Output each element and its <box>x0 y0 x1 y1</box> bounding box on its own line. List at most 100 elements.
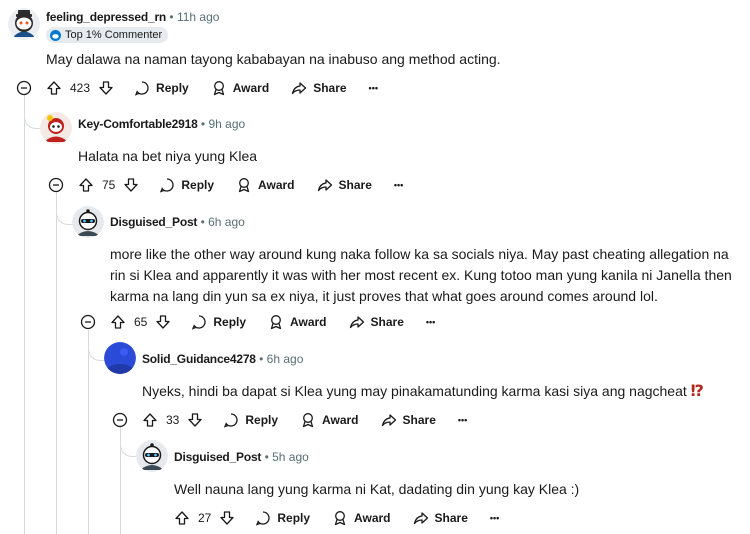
award-icon <box>334 511 346 526</box>
vote-count: 33 <box>166 413 180 427</box>
comment-meta: feeling_depressed_rn • 11h ago <box>46 9 219 25</box>
reply-icon <box>256 511 270 526</box>
comment-text: Well nauna lang yung karma ni Kat, dadat… <box>174 481 580 497</box>
reply-label: Reply <box>181 178 215 192</box>
share-label: Share <box>370 315 404 329</box>
award-icon <box>213 81 224 96</box>
username[interactable]: Disguised_Post <box>110 215 197 229</box>
share-icon <box>317 179 332 192</box>
share-label: Share <box>434 511 468 525</box>
vote-count: 423 <box>70 81 91 95</box>
avatar[interactable] <box>104 342 136 374</box>
comment-text-content: Nyeks, hindi ba dapat si Klea yung may p… <box>142 383 687 399</box>
username[interactable]: Solid_Guidance4278 <box>142 352 256 366</box>
reply-icon <box>160 178 174 193</box>
comment-actions: 423 Reply Award Share ••• <box>46 76 400 100</box>
comment-meta: Disguised_Post • 5h ago <box>174 449 309 465</box>
award-label: Award <box>290 315 327 329</box>
share-button[interactable]: Share <box>317 177 372 193</box>
reply-button[interactable]: Reply <box>191 314 246 330</box>
vote-count: 27 <box>198 511 212 525</box>
timestamp[interactable]: 6h ago <box>267 352 304 366</box>
more-options-button[interactable]: ••• <box>458 415 467 425</box>
more-options-icon: ••• <box>489 513 500 523</box>
avatar[interactable] <box>72 206 104 238</box>
share-button[interactable]: Share <box>291 80 347 96</box>
timestamp[interactable]: 11h ago <box>177 10 220 24</box>
award-button[interactable]: Award <box>236 177 295 193</box>
collapse-thread-icon[interactable] <box>16 80 32 96</box>
reply-label: Reply <box>277 511 311 525</box>
avatar[interactable] <box>40 112 72 144</box>
user-avatar-icon <box>8 8 40 40</box>
share-label: Share <box>338 178 372 192</box>
more-options-icon: ••• <box>368 83 378 93</box>
upvote-icon[interactable] <box>174 510 190 526</box>
collapse-thread-icon[interactable] <box>80 314 96 330</box>
share-button[interactable]: Share <box>413 510 468 526</box>
reply-label: Reply <box>213 315 247 329</box>
share-icon <box>381 414 396 427</box>
upvote-icon[interactable] <box>78 177 94 193</box>
upvote-icon[interactable] <box>46 80 62 96</box>
separator-dot: • <box>259 352 264 366</box>
share-icon <box>292 82 307 95</box>
comment-actions: 27 Reply Award Share ••• <box>174 506 521 530</box>
comment-text: May dalawa na naman tayong kababayan na … <box>46 51 501 67</box>
award-button[interactable]: Award <box>268 314 327 330</box>
downvote-icon[interactable] <box>155 314 171 330</box>
comment-text: Halata na bet niya yung Klea <box>78 148 258 164</box>
share-label: Share <box>402 413 436 427</box>
share-button[interactable]: Share <box>381 412 436 428</box>
comment-text-line: karma na lang din yun sa ex niya, it jus… <box>110 288 658 304</box>
username[interactable]: Disguised_Post <box>174 450 261 464</box>
separator-dot: • <box>264 450 269 464</box>
downvote-icon[interactable] <box>187 412 203 428</box>
downvote-icon[interactable] <box>98 80 114 96</box>
thread-line-2[interactable] <box>56 190 57 534</box>
thread-line-1[interactable] <box>24 86 25 534</box>
username[interactable]: Key-Comfortable2918 <box>78 117 198 131</box>
more-options-icon: ••• <box>425 317 436 327</box>
downvote-icon[interactable] <box>123 177 139 193</box>
award-button[interactable]: Award <box>300 412 359 428</box>
award-label: Award <box>322 413 359 427</box>
award-button[interactable]: Award <box>211 80 269 96</box>
avatar[interactable] <box>136 440 168 472</box>
comment-meta: Solid_Guidance4278 • 6h ago <box>142 351 303 367</box>
avatar[interactable] <box>8 8 40 40</box>
collapse-thread-icon[interactable] <box>112 412 128 428</box>
snoo-flair-icon <box>50 29 61 41</box>
reply-icon <box>224 413 238 428</box>
upvote-icon[interactable] <box>142 412 158 428</box>
timestamp[interactable]: 6h ago <box>208 215 245 229</box>
share-button[interactable]: Share <box>349 314 404 330</box>
downvote-icon[interactable] <box>219 510 235 526</box>
more-options-button[interactable]: ••• <box>394 180 403 190</box>
vote-count: 65 <box>134 315 148 329</box>
thread-line-3[interactable] <box>88 330 89 534</box>
more-options-button[interactable]: ••• <box>369 83 378 93</box>
upvote-icon[interactable] <box>110 314 126 330</box>
user-avatar-icon <box>40 112 72 144</box>
more-options-icon: ••• <box>457 415 468 425</box>
more-options-button[interactable]: ••• <box>490 513 499 523</box>
reply-button[interactable]: Reply <box>159 177 214 193</box>
timestamp[interactable]: 9h ago <box>208 117 245 131</box>
username[interactable]: feeling_depressed_rn <box>46 10 166 24</box>
comment-text-line: more like the other way around kung naka… <box>110 246 729 262</box>
more-options-button[interactable]: ••• <box>426 317 435 327</box>
collapse-thread-icon[interactable] <box>48 177 64 193</box>
reply-label: Reply <box>245 413 279 427</box>
comment-text: Nyeks, hindi ba dapat si Klea yung may p… <box>142 381 704 402</box>
reply-icon <box>134 81 149 96</box>
comment-text: more like the other way around kung naka… <box>110 244 740 307</box>
timestamp[interactable]: 5h ago <box>272 450 309 464</box>
reply-button[interactable]: Reply <box>134 80 189 96</box>
award-button[interactable]: Award <box>332 510 391 526</box>
reply-button[interactable]: Reply <box>255 510 310 526</box>
share-icon <box>349 316 364 329</box>
separator-dot: • <box>200 117 206 131</box>
separator-dot: • <box>200 215 205 229</box>
reply-button[interactable]: Reply <box>223 412 278 428</box>
